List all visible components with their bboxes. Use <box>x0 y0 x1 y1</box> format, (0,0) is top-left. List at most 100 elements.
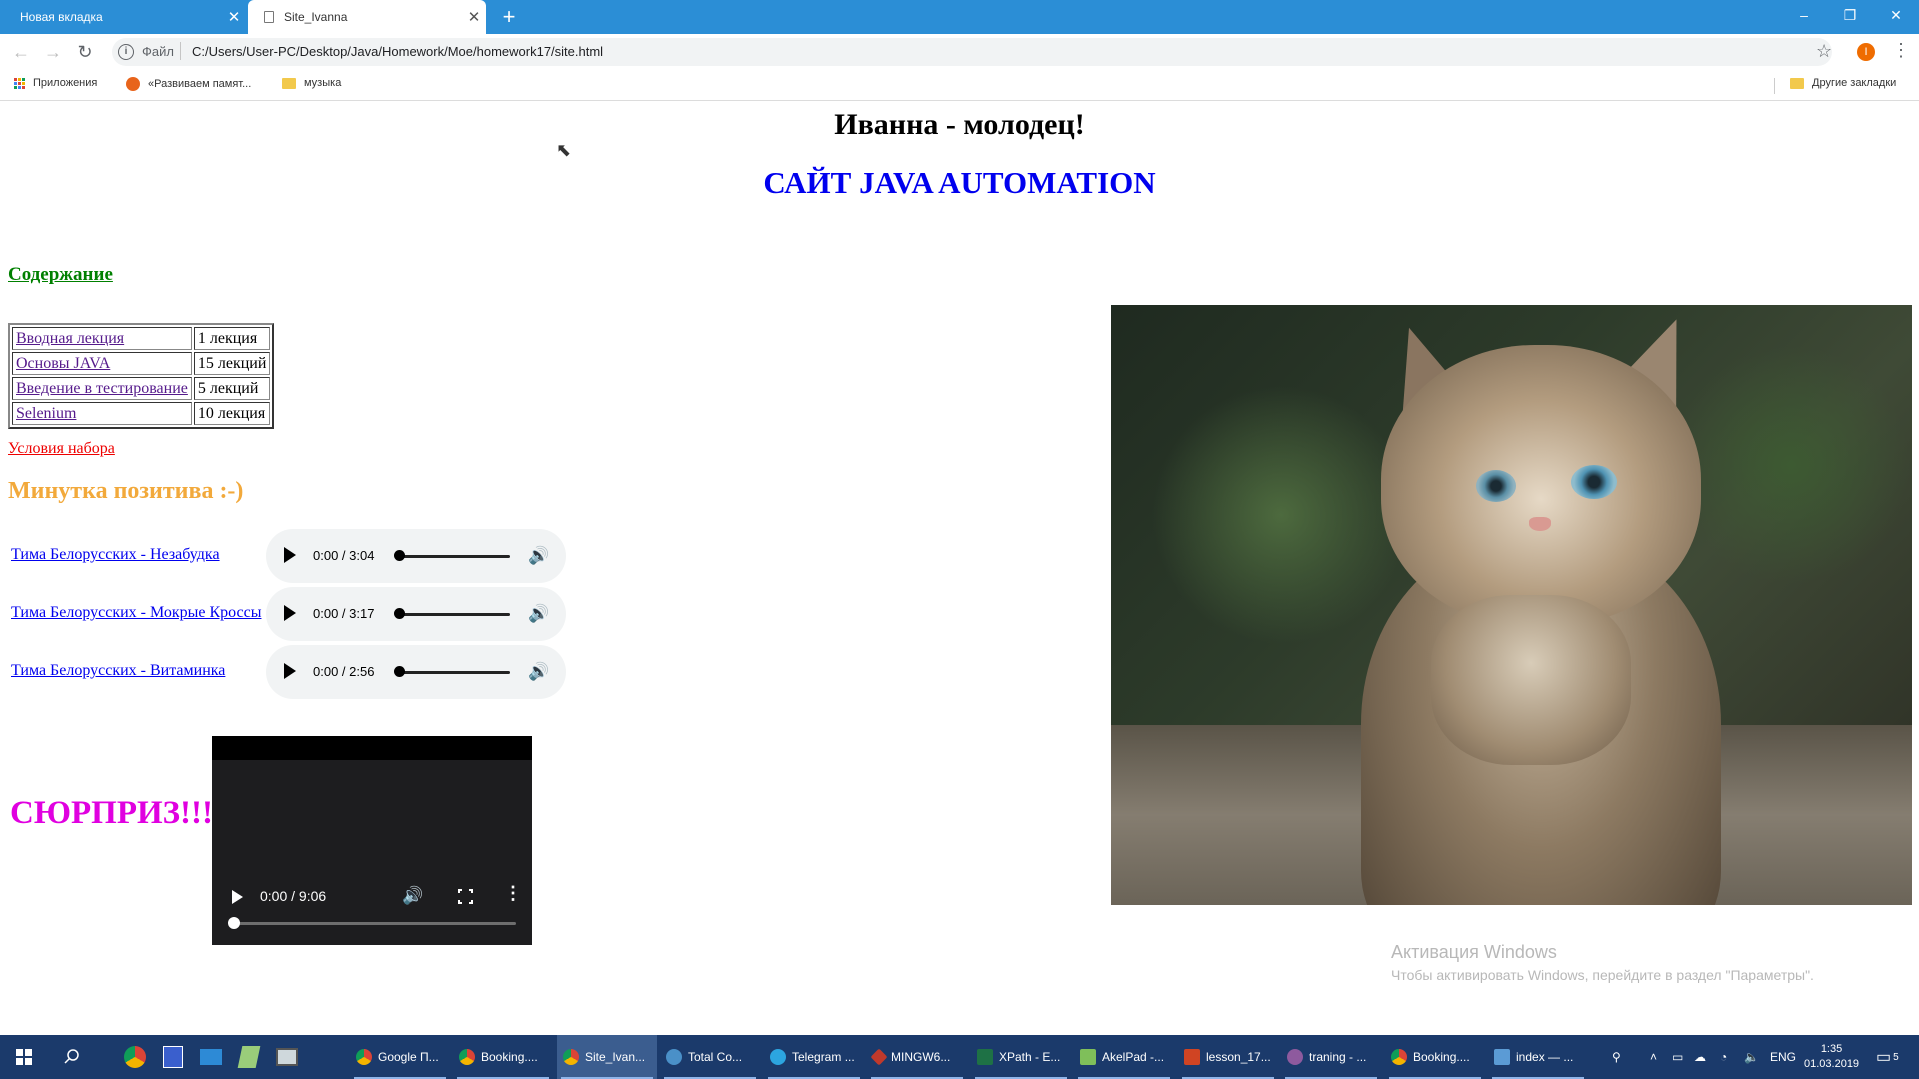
audio-seek-bar[interactable] <box>400 613 510 616</box>
onedrive-icon[interactable]: ☁ <box>1694 1035 1706 1079</box>
taskbar-item[interactable]: MINGW6... <box>867 1035 967 1079</box>
audio-time: 0:00 / 3:17 <box>313 606 375 621</box>
course-link[interactable]: Основы JAVA <box>16 355 110 372</box>
play-icon[interactable] <box>232 890 243 904</box>
seek-handle[interactable] <box>394 666 405 677</box>
volume-icon[interactable]: 🔊 <box>528 662 549 682</box>
bookmark-music[interactable]: музыка <box>282 77 341 89</box>
course-cell: Основы JAVA <box>12 352 192 375</box>
restore-button[interactable]: ❐ <box>1827 0 1873 34</box>
bookmarks-divider <box>1774 78 1775 94</box>
taskbar-item[interactable]: XPath - E... <box>971 1035 1071 1079</box>
play-icon[interactable] <box>284 605 296 621</box>
taskbar-item[interactable]: Telegram ... <box>764 1035 864 1079</box>
notes-pinned-icon[interactable] <box>236 1042 262 1072</box>
video-player[interactable]: 0:00 / 9:06 🔊 ⋮ <box>212 736 532 945</box>
bookmark-other[interactable]: Другие закладки <box>1790 77 1896 89</box>
seek-handle[interactable] <box>394 608 405 619</box>
song-link[interactable]: Тима Белорусских - Мокрые Кроссы <box>11 604 261 622</box>
count-cell: 1 лекция <box>193 327 271 350</box>
bookmark-memory[interactable]: «Развиваем памят... <box>126 77 251 91</box>
akelpad-icon <box>1080 1049 1096 1065</box>
bookmark-label: музыка <box>304 77 342 89</box>
video-seek-bar[interactable] <box>232 922 516 925</box>
powerpoint-icon <box>1184 1049 1200 1065</box>
taskbar-item[interactable]: index — ... <box>1488 1035 1588 1079</box>
tab-title: Новая вкладка <box>20 10 103 24</box>
minimize-button[interactable]: – <box>1781 0 1827 34</box>
surprise-heading: СЮРПРИЗ!!! <box>10 795 214 831</box>
volume-icon[interactable]: 🔊 <box>528 546 549 566</box>
close-tab-icon[interactable]: ✕ <box>222 8 246 26</box>
play-icon[interactable] <box>284 547 296 563</box>
course-cell: Selenium <box>12 402 192 425</box>
course-link[interactable]: Введение в тестирование <box>16 380 188 397</box>
audio-player[interactable]: 0:00 / 3:04 🔊 <box>266 529 566 583</box>
reload-icon[interactable]: ↻ <box>74 41 96 63</box>
audio-seek-bar[interactable] <box>400 555 510 558</box>
taskbar-item[interactable]: Site_Ivan... <box>557 1035 657 1079</box>
kitten-image <box>1111 305 1912 905</box>
apps-grid-icon <box>14 77 25 89</box>
notification-count: 5 <box>1893 1051 1899 1063</box>
calculator-pinned-icon[interactable] <box>274 1042 300 1072</box>
taskbar-item[interactable]: Total Co... <box>660 1035 760 1079</box>
wifi-icon[interactable]: ◔ <box>1720 1035 1727 1079</box>
more-menu-icon[interactable]: ⋮ <box>1892 40 1910 61</box>
url-text[interactable]: C:/Users/User-PC/Desktop/Java/Homework/M… <box>192 44 603 59</box>
seek-handle[interactable] <box>394 550 405 561</box>
conditions-link[interactable]: Условия набора <box>8 440 115 458</box>
audio-time: 0:00 / 3:04 <box>313 548 375 563</box>
bookmark-apps[interactable]: Приложения <box>14 77 97 89</box>
audio-player[interactable]: 0:00 / 3:17 🔊 <box>266 587 566 641</box>
network-icon[interactable]: ▭ <box>1672 1035 1683 1079</box>
taskbar-item[interactable]: Booking.... <box>453 1035 553 1079</box>
clock[interactable]: 1:35 01.03.2019 <box>1804 1042 1859 1072</box>
audio-player[interactable]: 0:00 / 2:56 🔊 <box>266 645 566 699</box>
volume-icon[interactable]: 🔊 <box>528 604 549 624</box>
back-arrow-icon[interactable]: ← <box>10 41 32 63</box>
taskbar-item[interactable]: Booking.... <box>1385 1035 1485 1079</box>
contents-link[interactable]: Содержание <box>8 264 113 286</box>
volume-tray-icon[interactable]: 🔈 <box>1744 1035 1759 1079</box>
play-icon[interactable] <box>284 663 296 679</box>
taskbar-item[interactable]: AkelPad -... <box>1074 1035 1174 1079</box>
seek-handle[interactable] <box>228 917 240 929</box>
language-indicator[interactable]: ENG <box>1770 1035 1796 1079</box>
song-link[interactable]: Тима Белорусских - Незабудка <box>11 546 220 564</box>
folder-pinned-icon[interactable] <box>198 1042 224 1072</box>
site-heading: САЙТ JAVA AUTOMATION <box>763 165 1156 200</box>
taskbar-item[interactable]: traning - ... <box>1281 1035 1381 1079</box>
course-cell: Вводная лекция <box>12 327 192 350</box>
new-tab-button[interactable]: + <box>496 4 522 30</box>
info-icon[interactable]: i <box>118 44 134 60</box>
tab-site-ivanna[interactable]: Site_Ivanna ✕ <box>248 0 486 34</box>
bookmark-star-icon[interactable]: ☆ <box>1816 41 1832 62</box>
taskbar-item[interactable]: lesson_17... <box>1178 1035 1278 1079</box>
course-link[interactable]: Selenium <box>16 405 76 422</box>
more-options-icon[interactable]: ⋮ <box>504 884 522 902</box>
tab-new-tab[interactable]: Новая вкладка ✕ <box>0 0 246 34</box>
profile-avatar[interactable]: I <box>1857 43 1875 61</box>
volume-icon[interactable]: 🔊 <box>402 886 423 906</box>
chrome-icon <box>356 1049 372 1065</box>
course-link[interactable]: Вводная лекция <box>16 330 124 347</box>
song-link[interactable]: Тима Белорусских - Витаминка <box>11 662 225 680</box>
forward-arrow-icon[interactable]: → <box>42 41 64 63</box>
windows-start-icon[interactable] <box>4 1035 44 1079</box>
git-bash-icon <box>870 1048 888 1066</box>
bookmark-label: «Развиваем памят... <box>148 78 252 90</box>
close-window-button[interactable]: ✕ <box>1873 0 1919 34</box>
people-icon[interactable]: ⚲ <box>1612 1035 1621 1079</box>
audio-time: 0:00 / 2:56 <box>313 664 375 679</box>
notepad-icon <box>1494 1049 1510 1065</box>
archive-pinned-icon[interactable] <box>160 1042 186 1072</box>
chrome-pinned-icon[interactable] <box>122 1042 148 1072</box>
scheme-separator <box>180 42 181 60</box>
notification-center[interactable]: ▭ 5 <box>1876 1035 1899 1079</box>
search-icon[interactable] <box>52 1035 92 1079</box>
tray-chevron-icon[interactable]: ˄ <box>1650 1035 1657 1079</box>
audio-seek-bar[interactable] <box>400 671 510 674</box>
taskbar-item[interactable]: Google П... <box>350 1035 450 1079</box>
close-tab-icon[interactable]: ✕ <box>462 8 486 26</box>
